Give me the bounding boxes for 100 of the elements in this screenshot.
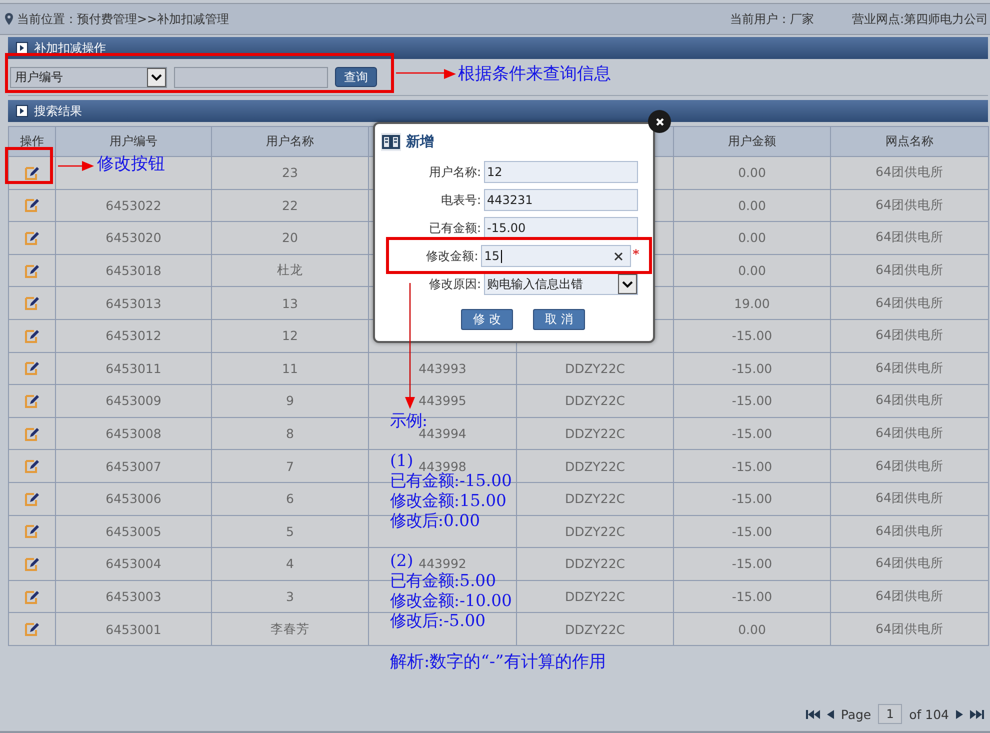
annotation-text: 修改金额:15.00: [390, 491, 506, 511]
table-cell: 3: [212, 580, 368, 613]
page-number-field[interactable]: 1: [878, 704, 902, 724]
table-cell: 7: [212, 450, 368, 482]
table-cell: 5: [212, 515, 368, 548]
table-cell: 杜龙: [212, 254, 368, 287]
query-button[interactable]: 查询: [335, 67, 377, 87]
expand-icon[interactable]: [16, 42, 28, 54]
annotation-text: 修改后:-5.00: [390, 611, 486, 631]
table-cell: DDZY22C: [516, 384, 674, 418]
edit-icon[interactable]: [24, 328, 40, 344]
table-cell: -15.00: [674, 482, 830, 516]
table-cell: 0.00: [674, 222, 830, 254]
annotation-highlight: [5, 147, 53, 184]
table-cell: 20: [212, 222, 368, 254]
annotation-text: 已有金额:5.00: [390, 571, 496, 591]
column-header: 用户编号: [56, 126, 212, 156]
edit-icon[interactable]: [24, 426, 40, 442]
edit-icon[interactable]: [24, 458, 40, 474]
table-cell: -15.00: [674, 580, 830, 613]
table-cell: 23: [212, 156, 368, 190]
annotation-text: 根据条件来查询信息: [458, 63, 611, 85]
table-cell: 64团供电所: [830, 319, 988, 352]
table-cell: -15.00: [674, 319, 830, 352]
first-page-icon[interactable]: [806, 710, 820, 718]
table-cell: -15.00: [674, 515, 830, 548]
table-cell: 0.00: [674, 189, 830, 222]
edit-icon[interactable]: [24, 523, 40, 540]
search-field-select[interactable]: 用户编号: [10, 66, 167, 88]
table-cell: 0.00: [674, 156, 830, 190]
edit-icon[interactable]: [24, 392, 40, 409]
clear-icon[interactable]: [614, 252, 624, 261]
annotation-text: 修改后:0.00: [390, 511, 480, 531]
next-page-icon[interactable]: [956, 710, 963, 718]
table-cell: 19.00: [674, 286, 830, 320]
panel-title: 补加扣减操作: [34, 40, 106, 56]
input-field[interactable]: 443231: [484, 189, 638, 211]
edit-icon[interactable]: [24, 230, 40, 246]
table-cell: 12: [212, 319, 368, 352]
annotation-arrow: [396, 69, 456, 79]
table-cell: 64团供电所: [830, 548, 988, 580]
table-cell: 64团供电所: [830, 450, 988, 482]
edit-icon[interactable]: [24, 262, 40, 279]
annotation-text: 修改金额:-10.00: [390, 591, 512, 611]
edit-icon[interactable]: [24, 197, 40, 214]
table-cell: 64团供电所: [830, 189, 988, 222]
annotation-text: (2): [390, 551, 414, 571]
table-cell: 6453004: [56, 548, 212, 580]
column-header: 用户金额: [674, 126, 830, 156]
table-cell: DDZY22C: [516, 417, 674, 450]
dropdown-icon[interactable]: [147, 68, 166, 86]
table-cell: 11: [212, 352, 368, 385]
edit-icon[interactable]: [24, 295, 40, 312]
search-input[interactable]: [174, 66, 328, 88]
table-cell: 6453011: [56, 352, 212, 385]
field-label: 电表号:: [440, 192, 482, 208]
input-field[interactable]: 12: [484, 161, 638, 183]
table-cell: 64团供电所: [830, 286, 988, 320]
table-cell: 6453007: [56, 450, 212, 482]
table-cell: DDZY22C: [516, 515, 674, 548]
annotation-arrow: [58, 161, 94, 171]
table-cell: 6453012: [56, 319, 212, 352]
table-cell: -15.00: [674, 352, 830, 385]
field-label: 修改原因:: [428, 276, 482, 292]
edit-icon[interactable]: [24, 164, 40, 181]
dropdown-icon[interactable]: [618, 274, 637, 294]
table-cell: 64团供电所: [830, 352, 988, 385]
previous-page-icon[interactable]: [826, 710, 834, 718]
dialog-title: 新增: [406, 133, 434, 151]
annotation-text: 解析:数字的“-”有计算的作用: [390, 651, 606, 673]
table-cell: 6453005: [56, 515, 212, 548]
current-user: 当前用户：厂家: [730, 10, 814, 28]
dialog-button[interactable]: 修 改: [461, 309, 513, 330]
table-cell: -15.00: [674, 384, 830, 418]
edit-icon[interactable]: [24, 556, 40, 572]
table-cell: 6: [212, 482, 368, 516]
dialog-button[interactable]: 取 消: [533, 309, 585, 330]
annotation-text: 已有金额:-15.00: [390, 471, 512, 491]
close-icon[interactable]: [656, 118, 664, 126]
table-cell: 6453022: [56, 189, 212, 222]
edit-icon[interactable]: [24, 588, 40, 605]
edit-icon[interactable]: [24, 490, 40, 507]
column-header: 网点名称: [830, 126, 988, 156]
table-cell: 6453013: [56, 286, 212, 320]
expand-icon[interactable]: [16, 105, 28, 117]
edit-icon[interactable]: [24, 621, 40, 638]
panel-title: 搜索结果: [34, 102, 82, 120]
table-cell: 13: [212, 286, 368, 320]
table-cell: 64团供电所: [830, 417, 988, 450]
column-header: 用户名称: [212, 126, 368, 156]
table-cell: DDZY22C: [516, 352, 674, 385]
table-cell: 李春芳: [212, 612, 368, 646]
table-cell: 64团供电所: [830, 482, 988, 516]
last-page-icon[interactable]: [970, 710, 984, 718]
field-label: 修改金额:: [425, 248, 480, 264]
table-cell: 64团供电所: [830, 612, 988, 646]
reason-select[interactable]: 购电输入信息出错: [484, 273, 638, 295]
amount-input[interactable]: 15: [481, 245, 632, 267]
input-field[interactable]: -15.00: [484, 217, 638, 239]
edit-icon[interactable]: [24, 360, 40, 376]
